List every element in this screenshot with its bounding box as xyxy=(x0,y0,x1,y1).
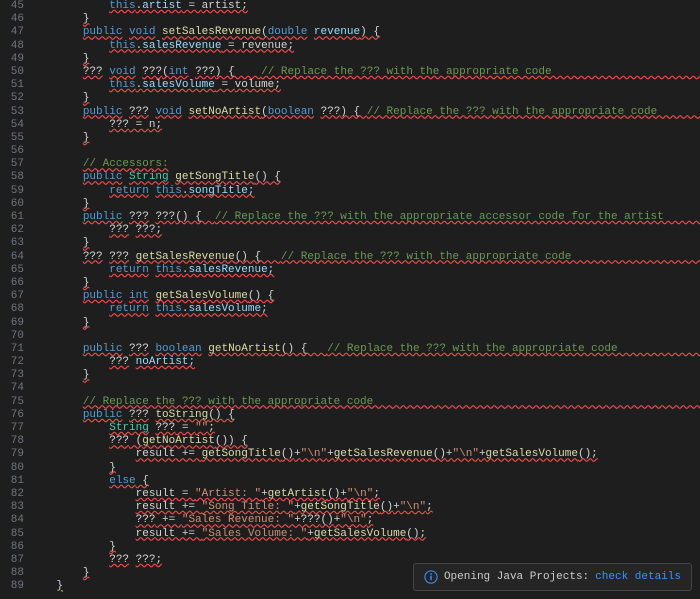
code-area[interactable]: this.artist = artist; } public void setS… xyxy=(30,0,700,599)
line-number: 71 xyxy=(0,343,24,356)
line-number: 61 xyxy=(0,211,24,224)
line-number: 65 xyxy=(0,264,24,277)
line-number: 72 xyxy=(0,356,24,369)
line-number: 81 xyxy=(0,475,24,488)
line-number: 45 xyxy=(0,0,24,13)
code-line[interactable] xyxy=(30,330,700,343)
line-number: 85 xyxy=(0,528,24,541)
line-number: 53 xyxy=(0,106,24,119)
code-line[interactable]: public ??? toString() { xyxy=(30,409,700,422)
line-number: 48 xyxy=(0,40,24,53)
line-number: 51 xyxy=(0,79,24,92)
line-number: 79 xyxy=(0,448,24,461)
toast-text: Opening Java Projects: xyxy=(444,571,589,583)
line-number: 52 xyxy=(0,92,24,105)
line-number: 89 xyxy=(0,580,24,593)
code-line[interactable]: public ??? void setNoArtist(boolean ???)… xyxy=(30,106,700,119)
code-line[interactable]: this.salesRevenue = revenue; xyxy=(30,40,700,53)
line-number: 69 xyxy=(0,317,24,330)
line-number: 56 xyxy=(0,145,24,158)
line-number: 57 xyxy=(0,158,24,171)
code-line[interactable]: public int getSalesVolume() { xyxy=(30,290,700,303)
code-line[interactable]: } xyxy=(30,369,700,382)
line-gutter: 4546474849505152535455565758596061626364… xyxy=(0,0,30,599)
code-line[interactable]: ??? (getNoArtist()) { xyxy=(30,435,700,448)
code-line[interactable] xyxy=(30,382,700,395)
code-line[interactable]: } xyxy=(30,462,700,475)
line-number: 63 xyxy=(0,237,24,250)
code-line[interactable]: String ??? = ""; xyxy=(30,422,700,435)
code-line[interactable]: public void setSalesRevenue(double reven… xyxy=(30,26,700,39)
code-line[interactable]: // Accessors: xyxy=(30,158,700,171)
code-line[interactable]: ??? void ???(int ???) { // Replace the ?… xyxy=(30,66,700,79)
code-line[interactable]: result = "Artist: "+getArtist()+"\n"; xyxy=(30,488,700,501)
line-number: 76 xyxy=(0,409,24,422)
line-number: 88 xyxy=(0,567,24,580)
line-number: 82 xyxy=(0,488,24,501)
code-line[interactable]: ??? ??? getSalesRevenue() { // Replace t… xyxy=(30,251,700,264)
line-number: 73 xyxy=(0,369,24,382)
code-line[interactable]: ??? noArtist; xyxy=(30,356,700,369)
line-number: 84 xyxy=(0,514,24,527)
code-line[interactable]: ??? ???; xyxy=(30,224,700,237)
line-number: 49 xyxy=(0,53,24,66)
code-line[interactable]: } xyxy=(30,53,700,66)
code-line[interactable]: result += "Sales Volume: "+getSalesVolum… xyxy=(30,528,700,541)
line-number: 83 xyxy=(0,501,24,514)
line-number: 54 xyxy=(0,119,24,132)
line-number: 58 xyxy=(0,171,24,184)
code-line[interactable]: return this.salesVolume; xyxy=(30,303,700,316)
line-number: 46 xyxy=(0,13,24,26)
code-line[interactable]: return this.songTitle; xyxy=(30,185,700,198)
code-line[interactable]: } xyxy=(30,277,700,290)
code-line[interactable]: } xyxy=(30,541,700,554)
line-number: 70 xyxy=(0,330,24,343)
code-line[interactable]: else { xyxy=(30,475,700,488)
line-number: 78 xyxy=(0,435,24,448)
line-number: 50 xyxy=(0,66,24,79)
code-line[interactable]: public ??? ???() { // Replace the ??? wi… xyxy=(30,211,700,224)
code-line[interactable]: } xyxy=(30,198,700,211)
line-number: 62 xyxy=(0,224,24,237)
line-number: 64 xyxy=(0,251,24,264)
line-number: 47 xyxy=(0,26,24,39)
code-line[interactable]: result += getSongTitle()+"\n"+getSalesRe… xyxy=(30,448,700,461)
line-number: 68 xyxy=(0,303,24,316)
code-line[interactable]: } xyxy=(30,92,700,105)
code-line[interactable]: } xyxy=(30,317,700,330)
line-number: 77 xyxy=(0,422,24,435)
code-line[interactable]: // Replace the ??? with the appropriate … xyxy=(30,396,700,409)
code-line[interactable]: return this.salesRevenue; xyxy=(30,264,700,277)
code-line[interactable]: this.artist = artist; xyxy=(30,0,700,13)
line-number: 55 xyxy=(0,132,24,145)
line-number: 86 xyxy=(0,541,24,554)
line-number: 75 xyxy=(0,396,24,409)
line-number: 59 xyxy=(0,185,24,198)
line-number: 74 xyxy=(0,382,24,395)
line-number: 80 xyxy=(0,462,24,475)
code-line[interactable]: } xyxy=(30,132,700,145)
code-editor[interactable]: 4546474849505152535455565758596061626364… xyxy=(0,0,700,599)
code-line[interactable] xyxy=(30,145,700,158)
code-line[interactable]: public String getSongTitle() { xyxy=(30,171,700,184)
line-number: 87 xyxy=(0,554,24,567)
code-line[interactable]: public ??? boolean getNoArtist() { // Re… xyxy=(30,343,700,356)
code-line[interactable]: this.salesVolume = volume; xyxy=(30,79,700,92)
notification-toast[interactable]: Opening Java Projects: check details xyxy=(413,563,692,591)
line-number: 66 xyxy=(0,277,24,290)
code-line[interactable]: } xyxy=(30,237,700,250)
code-line[interactable]: result += "Song Title: "+getSongTitle()+… xyxy=(30,501,700,514)
toast-link[interactable]: check details xyxy=(595,571,681,583)
code-line[interactable]: ??? = n; xyxy=(30,119,700,132)
line-number: 60 xyxy=(0,198,24,211)
code-line[interactable]: } xyxy=(30,13,700,26)
line-number: 67 xyxy=(0,290,24,303)
code-line[interactable]: ??? += "Sales Revenue: "+???()+"\n"; xyxy=(30,514,700,527)
info-icon xyxy=(424,570,438,584)
